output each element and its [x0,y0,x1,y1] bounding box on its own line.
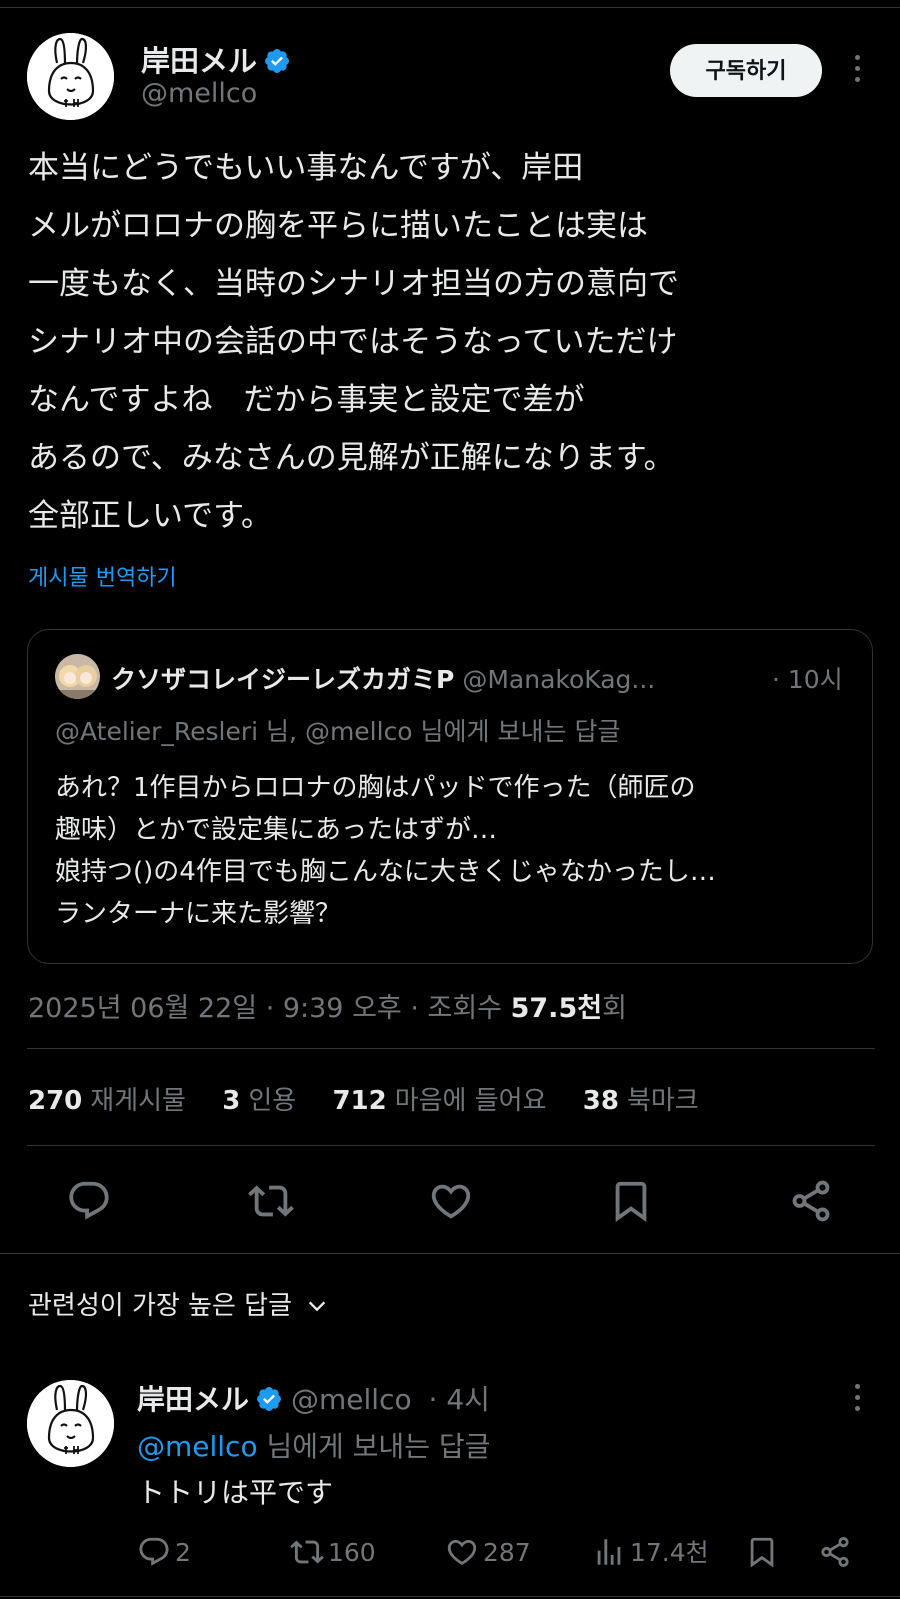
bookmarks-stat[interactable]: 38 북마크 [583,1086,699,1116]
likes-stat[interactable]: 712 마음에 들어요 [332,1086,546,1116]
reply-author-name[interactable]: 岸田メル [137,1383,249,1416]
reply-replying-to: @mellco 님에게 보내는 답글 [137,1425,490,1465]
tweet-line: 全部正しいです。 [28,498,272,534]
reply-mention-link[interactable]: @mellco [137,1430,258,1463]
likes-count: 712 [332,1086,387,1116]
quote-replying-to: @Atelier_Resleri 님, @mellco 님에게 보내는 답글 [55,717,621,746]
reply-timestamp: · 4시 [428,1383,490,1416]
reposts-label: 재게시물 [90,1086,186,1116]
quote-line: 趣味）とかで設定集にあったはずが… [55,815,498,845]
post-metadata: 2025년 06월 22일 · 9:39 오후 · 조회수 57.5천회 [28,986,627,1025]
bookmark-icon [615,1181,647,1222]
bookmarks-count: 38 [582,1086,619,1116]
reply-author-avatar[interactable] [27,1380,114,1467]
reply-repost-button[interactable]: 160 [290,1535,376,1571]
reply-icon [139,1537,169,1566]
share-icon [792,1180,830,1222]
reply-sort-selector[interactable]: 관련성이 가장 높은 답글 [28,1285,328,1322]
verified-badge-icon [265,49,289,73]
reply-views-count: 17.4천 [630,1538,709,1567]
quotes-stat[interactable]: 3 인용 [222,1086,296,1116]
chevron-down-icon [308,1301,326,1312]
reposts-count: 270 [28,1086,83,1116]
engagement-stats: 270 재게시물 3 인용 712 마음에 들어요 38 북마크 [28,1080,727,1117]
reply-bookmark-button[interactable] [745,1535,783,1571]
reply-reply-button[interactable]: 2 [137,1535,191,1571]
tweet-line: 一度もなく、当時のシナリオ担当の方の意向で [28,266,679,302]
reply-replies-count: 2 [175,1538,191,1567]
reply-sort-label: 관련성이 가장 높은 답글 [28,1291,292,1321]
tweet-line: メルがロロナの胸を平らに描いたことは実は [28,208,648,244]
repost-button[interactable] [248,1178,294,1224]
reposts-stat[interactable]: 270 재게시물 [28,1086,186,1116]
quoted-post[interactable]: クソザコレイジーレズカガミP @ManakoKag... · 10시 @Ateli… [27,629,873,964]
author-name-text[interactable]: 岸田メル [141,44,257,78]
quote-author-handle[interactable]: @ManakoKag... [462,665,655,694]
subscribe-button[interactable]: 구독하기 [670,44,822,97]
repost-icon [248,1185,294,1217]
like-button[interactable] [428,1178,474,1224]
share-button[interactable] [788,1178,834,1224]
share-icon [821,1536,849,1568]
section-divider [0,1253,900,1254]
translate-post-link[interactable]: 게시물 번역하기 [28,560,177,592]
tweet-line: 本当にどうでもいい事なんですが、岸田 [28,150,584,186]
verified-badge-icon [257,1387,281,1411]
author-handle[interactable]: @mellco [141,78,257,109]
reply-icon [69,1181,109,1220]
tweet-line: なんですよね だから事実と設定で差が [28,382,585,418]
bookmarks-label: 북마크 [626,1086,699,1116]
divider [27,1048,875,1049]
tweet-line: シナリオ中の会話の中ではそうなっていただけ [28,324,678,360]
likes-label: 마음에 들어요 [394,1086,547,1116]
view-count-suffix: 회 [602,993,627,1024]
more-icon[interactable] [851,55,863,87]
view-count: 57.5천 [510,993,603,1024]
reply-text: トトリは平です [137,1476,334,1509]
bookmark-icon [750,1537,774,1568]
tweet-text: 本当にどうでもいい事なんですが、岸田 メルがロロナの胸を平らに描いたことは実は … [28,139,868,545]
quote-author-name[interactable]: クソザコレイジーレズカガミP [111,665,454,694]
reply-views-button[interactable]: 17.4천 [592,1535,709,1571]
quote-text: あれ？1作目からロロナの胸はパッドで作った（師匠の 趣味）とかで設定集にあったは… [55,767,855,935]
quote-timestamp: · 10시 [772,665,843,694]
bookmark-button[interactable] [608,1178,654,1224]
post-timestamp[interactable]: 2025년 06월 22일 · 9:39 오후 · 조회수 [28,993,511,1024]
quotes-label: 인용 [248,1086,297,1116]
views-icon [597,1539,621,1565]
reply-replying-suffix: 님에게 보내는 답글 [257,1430,491,1463]
quote-line: ランターナに来た影響？ [55,899,342,929]
reply-header: 岸田メル @mellco · 4시 [137,1378,490,1418]
reply-share-button[interactable] [818,1535,856,1571]
bottom-divider [0,1596,900,1597]
quote-header: クソザコレイジーレズカガミP @ManakoKag... [111,660,655,696]
repost-icon [290,1540,324,1564]
quotes-count: 3 [222,1086,241,1116]
reply-likes-count: 287 [483,1538,531,1567]
top-divider [0,7,900,8]
tweet-line: あるので、みなさんの見解が正解になります。 [28,440,675,476]
reply-author-handle[interactable]: @mellco [291,1383,412,1416]
like-icon [447,1539,477,1565]
quote-line: 娘持つ()の4作目でも胸こんなに大きくじゃなかったし… [55,857,716,887]
reply-more-icon[interactable] [851,1384,863,1416]
quote-author-avatar[interactable] [55,654,100,699]
reply-button[interactable] [66,1178,112,1224]
quote-line: あれ？1作目からロロナの胸はパッドで作った（師匠の [55,773,696,803]
author-avatar[interactable] [27,33,114,120]
reply-like-button[interactable]: 287 [445,1535,531,1571]
divider [27,1145,875,1146]
author-name[interactable]: 岸田メル [141,38,291,80]
like-icon [431,1184,471,1219]
reply-reposts-count: 160 [328,1538,376,1567]
